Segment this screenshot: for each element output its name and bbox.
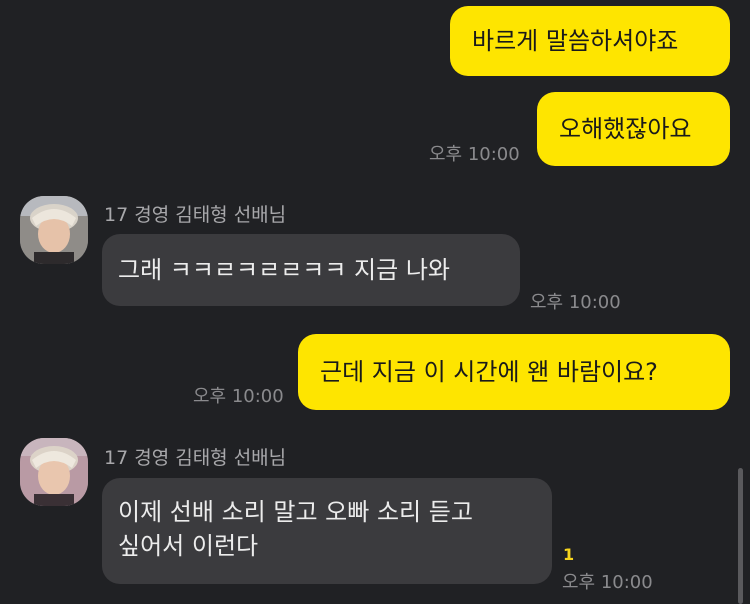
message-timestamp: 오후 10:00 [193,386,284,407]
sender-name: 17 경영 김태형 선배님 [104,204,287,226]
avatar[interactable] [20,438,88,506]
unread-count: 1 [563,545,575,564]
sender-name: 17 경영 김태형 선배님 [104,447,287,469]
message-timestamp: 오후 10:00 [530,292,621,313]
incoming-message-bubble[interactable]: 그래 ㅋㅋㄹㅋㄹㄹㅋㅋ 지금 나와 [102,234,520,306]
message-text: 그래 ㅋㅋㄹㅋㄹㄹㅋㅋ 지금 나와 [118,256,451,284]
profile-photo-icon [20,196,88,264]
message-text: 오해했잖아요 [559,115,692,143]
message-text: 바르게 말씀하셔야죠 [472,27,679,55]
message-timestamp: 오후 10:00 [429,144,520,165]
message-text: 이제 선배 소리 말고 오빠 소리 듣고 [118,498,473,526]
message-timestamp: 오후 10:00 [562,572,653,593]
outgoing-message-bubble[interactable]: 오해했잖아요 [537,92,730,166]
outgoing-message-bubble[interactable]: 바르게 말씀하셔야죠 [450,6,730,76]
message-text: 싶어서 이런다 [118,532,259,560]
profile-photo-icon [20,438,88,506]
message-text: 근데 지금 이 시간에 왠 바람이요? [320,358,658,386]
incoming-message-bubble[interactable]: 이제 선배 소리 말고 오빠 소리 듣고 싶어서 이런다 [102,478,552,584]
scrollbar[interactable] [738,468,743,604]
avatar[interactable] [20,196,88,264]
outgoing-message-bubble[interactable]: 근데 지금 이 시간에 왠 바람이요? [298,334,730,410]
